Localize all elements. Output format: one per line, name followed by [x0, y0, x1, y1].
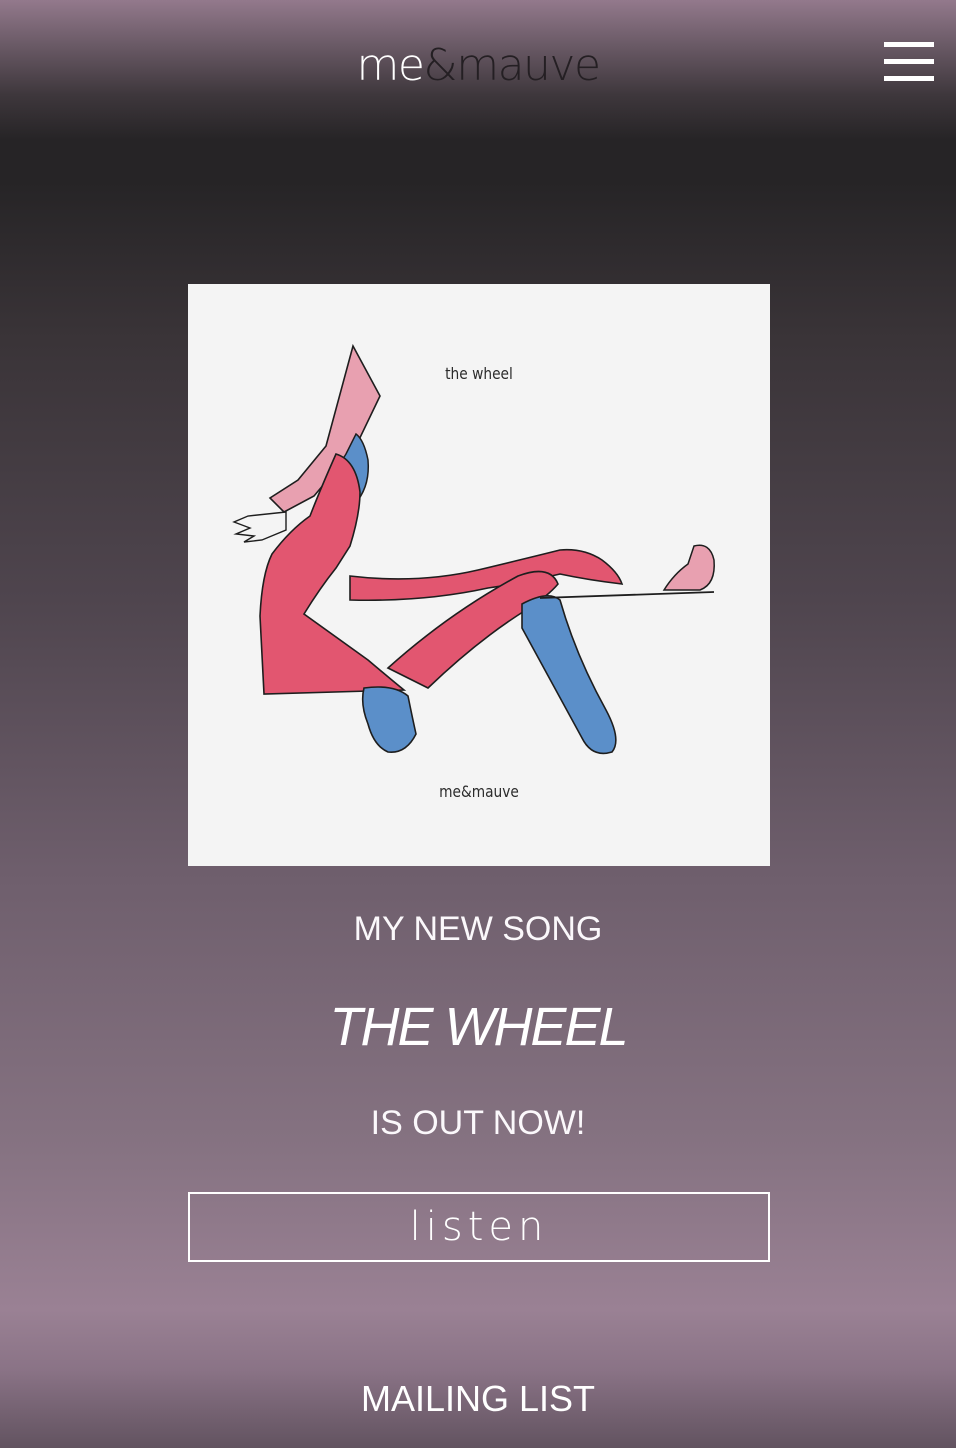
- promo-line-3: IS OUT NOW!: [370, 1104, 586, 1142]
- hamburger-menu-icon[interactable]: [884, 40, 934, 82]
- logo-text-mauve: mauve: [456, 40, 601, 91]
- menu-bar: [884, 42, 934, 47]
- mailing-list-link[interactable]: MAILING LIST: [0, 1378, 956, 1420]
- top-bar: me&mauve: [0, 0, 956, 140]
- listen-button[interactable]: listen: [188, 1192, 770, 1262]
- logo-text-ampersand: &: [423, 40, 457, 91]
- logo-text-me: me: [356, 40, 424, 91]
- album-cover[interactable]: the wheel me&mauve: [188, 284, 770, 866]
- promo-line-1: MY NEW SONG: [353, 910, 603, 948]
- cover-title: the wheel: [445, 364, 513, 383]
- site-logo[interactable]: me&mauve: [0, 38, 956, 94]
- menu-bar: [884, 76, 934, 81]
- song-title: THE WHEEL: [329, 997, 628, 1057]
- cover-artist: me&mauve: [439, 782, 519, 801]
- menu-bar: [884, 59, 934, 64]
